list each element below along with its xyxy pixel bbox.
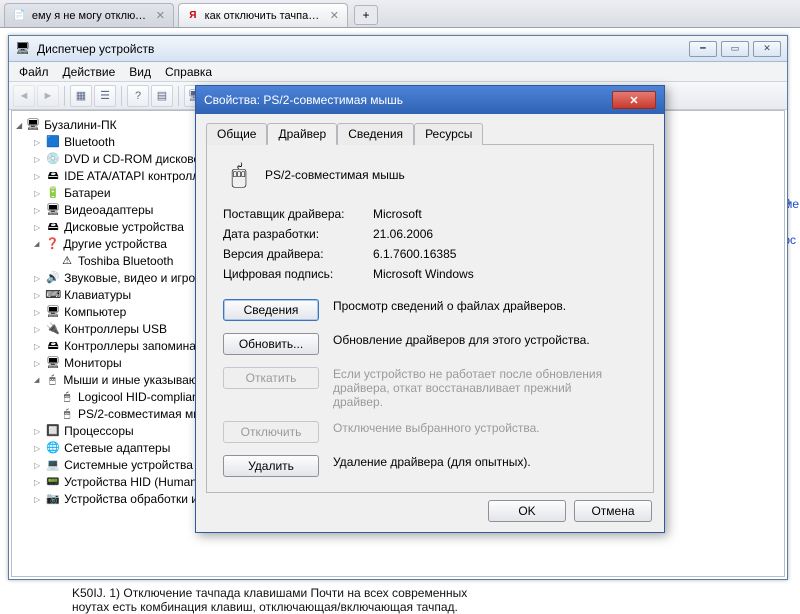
tab-title: ему я не могу отключит... [32,10,150,22]
button-description: Удаление драйвера (для опытных). [333,455,531,469]
device-icon: 🖱 [60,408,74,422]
tab-close-icon[interactable]: ✕ [156,9,165,22]
button-description: Если устройство не работает после обновл… [333,367,613,409]
window-title: Диспетчер устройств [37,42,689,56]
category-icon: 📟 [46,476,60,490]
button-description: Обновление драйверов для этого устройств… [333,333,590,347]
category-icon: 💿 [46,153,60,167]
new-tab-button[interactable]: + [354,5,378,25]
driver-action-button: Отключить [223,421,319,443]
page-text: K50IJ. 1) Отключение тачпада клавишами П… [72,586,467,600]
window-title-bar[interactable]: 🖥 Диспетчер устройств ━ ▭ ✕ [9,36,787,62]
tab-panel-driver: 🖱 PS/2-совместимая мышь Поставщик драйве… [206,145,654,493]
tab-general[interactable]: Общие [206,123,267,145]
category-icon: 🌐 [46,442,60,456]
mouse-icon: 🖱 [223,159,255,191]
tab-driver[interactable]: Драйвер [267,123,337,145]
category-icon: 🔊 [46,272,60,286]
info-value: Microsoft Windows [373,267,637,281]
minimize-button[interactable]: ━ [689,41,717,57]
cancel-button[interactable]: Отмена [574,500,652,522]
category-icon: 🖴 [46,221,60,235]
category-icon: 📷 [46,493,60,507]
help-button[interactable]: ? [127,85,149,107]
device-icon: 🖱 [60,391,74,405]
toolbar-button[interactable]: ▤ [151,85,173,107]
device-name: PS/2-совместимая мышь [265,168,405,182]
dialog-title: Свойства: PS/2-совместимая мышь [204,93,612,107]
tab-close-icon[interactable]: ✕ [330,9,339,22]
button-description: Просмотр сведений о файлах драйверов. [333,299,566,313]
info-key: Дата разработки: [223,227,373,241]
button-description: Отключение выбранного устройства. [333,421,540,435]
menu-help[interactable]: Справка [165,65,212,79]
menu-view[interactable]: Вид [129,65,151,79]
category-icon: 🖥 [46,357,60,371]
browser-tab-active[interactable]: Я как отключить тачпад на н... ✕ [178,3,348,27]
menu-file[interactable]: Файл [19,65,49,79]
page-text: ноутах есть комбинация клавиш, отключающ… [72,600,458,614]
info-value: 6.1.7600.16385 [373,247,637,261]
browser-tab-strip: 📄 ему я не могу отключит... ✕ Я как откл… [0,0,800,28]
category-icon: 🖱 [45,374,59,388]
category-icon: 🖴 [46,340,60,354]
ok-button[interactable]: OK [488,500,566,522]
category-icon: 🖴 [46,170,60,184]
close-button[interactable]: ✕ [612,91,656,109]
info-value: Microsoft [373,207,637,221]
tab-list: Общие Драйвер Сведения Ресурсы [206,122,654,145]
category-icon: 🔲 [46,425,60,439]
toolbar-button[interactable]: ☰ [94,85,116,107]
driver-action-button: Откатить [223,367,319,389]
maximize-button[interactable]: ▭ [721,41,749,57]
info-key: Версия драйвера: [223,247,373,261]
category-icon: 🟦 [46,136,60,150]
info-value: 21.06.2006 [373,227,637,241]
category-icon: ❓ [45,238,59,252]
category-icon: 🖥 [46,204,60,218]
computer-icon: 🖥 [15,41,31,57]
category-icon: 🔋 [46,187,60,201]
info-key: Цифровая подпись: [223,267,373,281]
properties-dialog: Свойства: PS/2-совместимая мышь ✕ Общие … [195,85,665,533]
dialog-title-bar[interactable]: Свойства: PS/2-совместимая мышь ✕ [196,86,664,114]
category-icon: ⌨ [46,289,60,303]
tab-title: как отключить тачпад на н... [205,10,324,22]
computer-icon: 🖥 [26,119,40,133]
driver-action-button[interactable]: Удалить [223,455,319,477]
category-icon: 💻 [46,459,60,473]
close-button[interactable]: ✕ [753,41,781,57]
tab-favicon: 📄 [13,9,26,23]
category-icon: 🖥 [46,306,60,320]
category-icon: 🔌 [46,323,60,337]
tab-resources[interactable]: Ресурсы [414,123,483,145]
toolbar-button[interactable]: ▦ [70,85,92,107]
yandex-favicon: Я [187,9,199,23]
menu-action[interactable]: Действие [63,65,116,79]
device-icon: ⚠ [60,255,74,269]
driver-action-button[interactable]: Сведения [223,299,319,321]
info-key: Поставщик драйвера: [223,207,373,221]
forward-button: ► [37,85,59,107]
tab-details[interactable]: Сведения [337,123,414,145]
browser-tab-inactive[interactable]: 📄 ему я не могу отключит... ✕ [4,3,174,27]
driver-action-button[interactable]: Обновить... [223,333,319,355]
back-button: ◄ [13,85,35,107]
menu-bar: Файл Действие Вид Справка [9,62,787,82]
